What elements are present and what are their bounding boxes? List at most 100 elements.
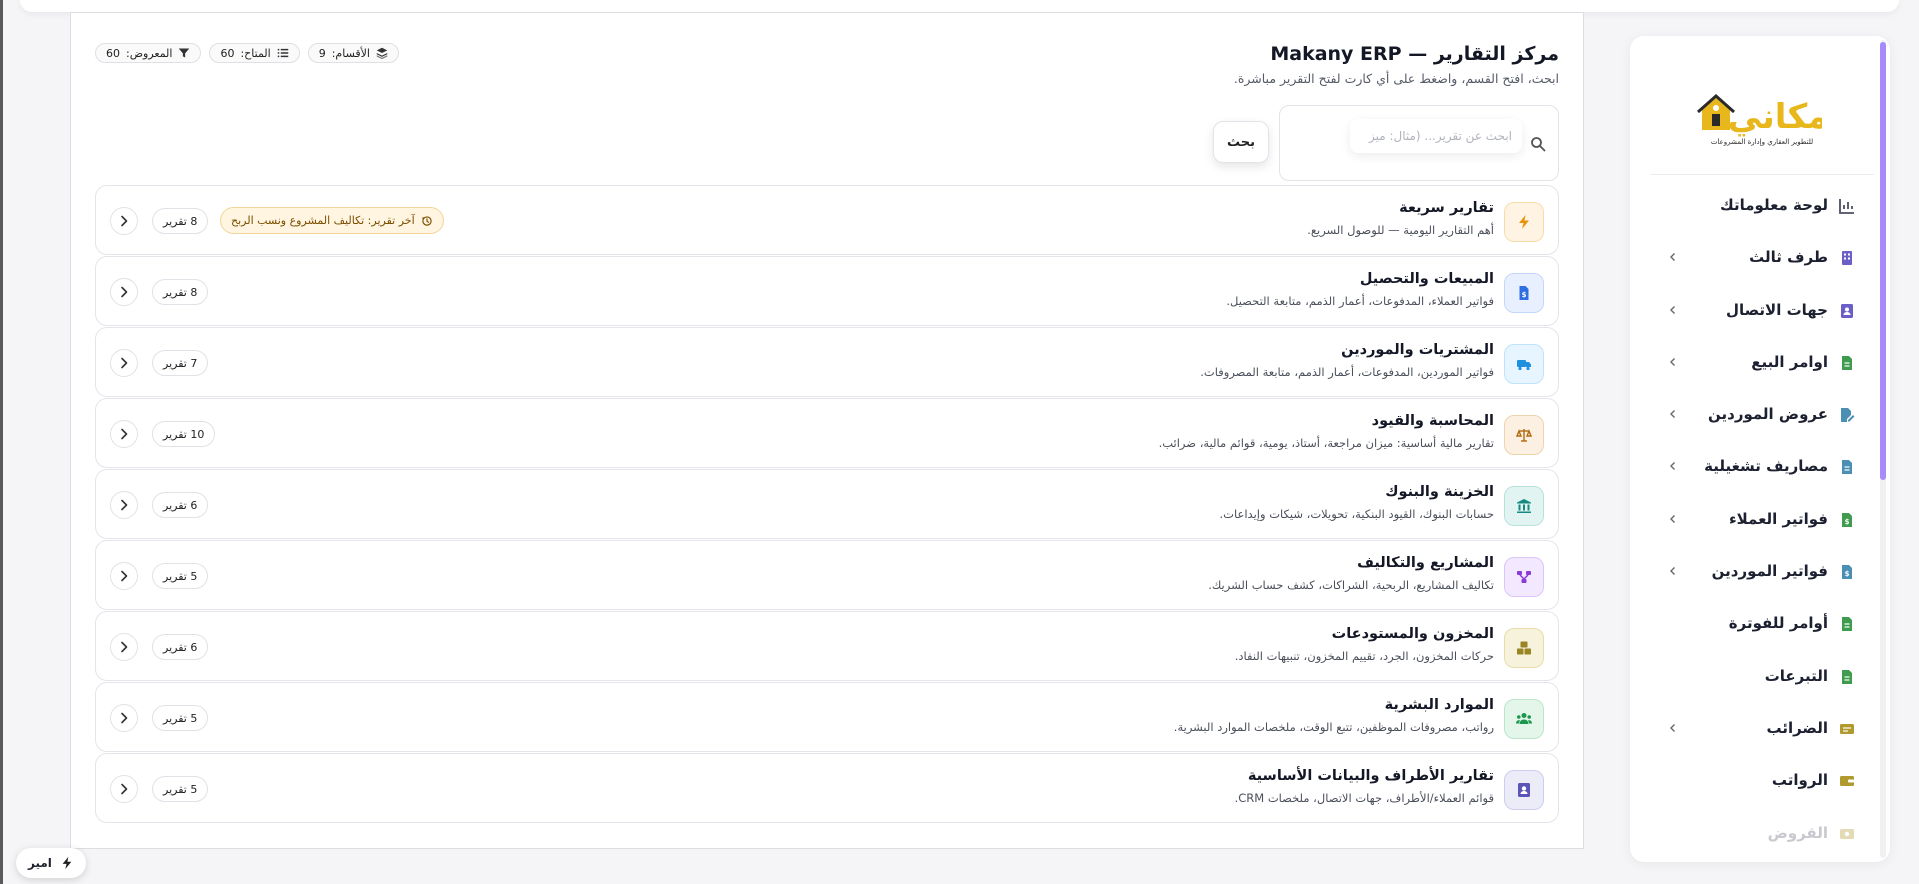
chevron-left-icon: [1670, 462, 1675, 471]
money-icon: [1840, 828, 1854, 839]
chevron-right-icon: [121, 570, 128, 582]
chevron-right-icon: [121, 499, 128, 511]
bolt-icon: [62, 856, 72, 870]
sidebar-item-customer-invoices[interactable]: $ فواتير العملاء: [1642, 494, 1874, 546]
user-quick-badge[interactable]: امير: [16, 848, 86, 878]
sidebar-item-loans[interactable]: القروض: [1642, 808, 1874, 852]
section-title: تقارير الأطراف والبيانات الأساسية: [1247, 768, 1494, 784]
last-report-badge[interactable]: آخر تقرير: تكاليف المشروع ونسب الربح: [220, 207, 444, 234]
chevron-right-icon: [121, 783, 128, 795]
page-header: مركز التقارير — Makany ERP ابحث، افتح ال…: [1234, 43, 1559, 86]
company-logo[interactable]: مكاني للتطوير العقاري وإدارة المشروعات: [1682, 86, 1822, 152]
svg-text:$: $: [1845, 518, 1850, 526]
section-card[interactable]: المشتريات والموردين فواتير الموردين، الم…: [95, 327, 1559, 397]
expand-button[interactable]: [110, 207, 138, 235]
section-card[interactable]: المحاسبة والقيود تقارير مالية أساسية: مي…: [95, 398, 1559, 468]
sidebar-scrollbar-thumb[interactable]: [1880, 42, 1886, 480]
expand-button[interactable]: [110, 349, 138, 377]
sidebar-item-third-party[interactable]: طرف ثالث: [1642, 232, 1874, 284]
section-title: المحاسبة والقيود: [1371, 413, 1494, 429]
section-title: تقارير سريعة: [1399, 200, 1494, 216]
scale-icon: [1516, 429, 1532, 442]
section-title: المشاريع والتكاليف: [1357, 555, 1494, 571]
expand-button[interactable]: [110, 420, 138, 448]
chevron-right-icon: [121, 215, 128, 227]
contact-card-icon: [1518, 783, 1530, 797]
sidebar-item-label: القروض: [1767, 823, 1828, 842]
section-desc: تقارير مالية أساسية: ميزان مراجعة، أستاذ…: [1158, 436, 1494, 450]
section-icon-box: [1504, 344, 1544, 384]
divider: [1650, 174, 1874, 175]
search-input[interactable]: [1350, 119, 1522, 153]
stats-bar: المعروض: 60 المتاح: 60 الأقسام: 9: [95, 43, 399, 63]
bank-icon: [1517, 499, 1531, 513]
truck-icon: [1517, 360, 1531, 371]
sidebar-item-label: لوحة معلوماتك: [1720, 196, 1828, 214]
wallet-icon: [1840, 776, 1854, 787]
expand-button[interactable]: [110, 775, 138, 803]
section-desc: فواتير الموردين، المدفوعات، أعمار الذمم،…: [1200, 365, 1494, 379]
section-icon-box: [1504, 628, 1544, 668]
sidebar-item-salaries[interactable]: الرواتب: [1642, 755, 1874, 807]
sidebar-item-label: أوامر للفوترة: [1728, 614, 1828, 633]
sidebar-item-supplier-offers[interactable]: عروض الموردين: [1642, 389, 1874, 441]
chevron-right-icon: [121, 712, 128, 724]
stat-value: 9: [318, 46, 326, 60]
sidebar-content: مكاني للتطوير العقاري وإدارة المشروعات ل…: [1642, 44, 1882, 852]
section-desc: فواتير العملاء، المدفوعات، أعمار الذمم، …: [1226, 294, 1494, 308]
section-title: المشتريات والموردين: [1341, 342, 1494, 358]
section-icon-box: [1504, 699, 1544, 739]
report-count: 5 تقرير: [152, 705, 209, 731]
section-card[interactable]: $ المبيعات والتحصيل فواتير العملاء، المد…: [95, 256, 1559, 326]
section-card[interactable]: الموارد البشرية رواتب، مصروفات الموظفين،…: [95, 682, 1559, 752]
chevron-left-icon: [1670, 357, 1675, 366]
section-card[interactable]: الخزينة والبنوك حسابات البنوك، القيود ال…: [95, 469, 1559, 539]
report-count: 8 تقرير: [152, 208, 209, 234]
sidebar-item-contacts[interactable]: جهات الاتصال: [1642, 285, 1874, 337]
stat-label: المتاح:: [240, 46, 271, 60]
chevron-right-icon: [121, 641, 128, 653]
last-report-label: آخر تقرير: تكاليف المشروع ونسب الربح: [231, 214, 415, 227]
receipt-icon: [1840, 723, 1854, 734]
section-icon-box: [1504, 557, 1544, 597]
expand-button[interactable]: [110, 491, 138, 519]
sidebar-item-sales-orders[interactable]: اوامر البيع: [1642, 337, 1874, 389]
chevron-right-icon: [121, 286, 128, 298]
section-card[interactable]: المشاريع والتكاليف تكاليف المشاريع، الرب…: [95, 540, 1559, 610]
sidebar-item-taxes[interactable]: الضرائب: [1642, 703, 1874, 755]
chevron-left-icon: [1670, 305, 1675, 314]
chevron-right-icon: [121, 428, 128, 440]
dashboard-icon: [1839, 199, 1854, 214]
file-icon: [1842, 460, 1852, 475]
sidebar-item-supplier-invoices[interactable]: $ فواتير الموردين: [1642, 546, 1874, 598]
page-title: مركز التقارير — Makany ERP: [1270, 43, 1559, 65]
section-desc: حسابات البنوك، القيود البنكية، تحويلات، …: [1219, 507, 1494, 521]
search-box: [1279, 105, 1559, 181]
invoice-dollar-icon: $: [1519, 286, 1529, 300]
stat-label: المعروض:: [126, 46, 173, 60]
sidebar-item-dashboard[interactable]: لوحة معلوماتك: [1642, 180, 1874, 232]
section-desc: تكاليف المشاريع، الربحية، الشراكات، كشف …: [1208, 578, 1494, 592]
expand-button[interactable]: [110, 562, 138, 590]
section-card[interactable]: تقارير سريعة أهم التقارير اليومية — للوص…: [95, 185, 1559, 255]
expand-button[interactable]: [110, 633, 138, 661]
search-button[interactable]: بحث: [1213, 121, 1269, 163]
sidebar-item-billing-orders[interactable]: أوامر للفوترة: [1642, 598, 1874, 650]
section-card[interactable]: المخزون والمستودعات حركات المخزون، الجرد…: [95, 611, 1559, 681]
section-desc: أهم التقارير اليومية — للوصول السريع.: [1307, 223, 1494, 237]
expand-button[interactable]: [110, 704, 138, 732]
sidebar-item-donations[interactable]: التبرعات: [1642, 651, 1874, 703]
sidebar-item-operating-expenses[interactable]: مصاريف تشغيلية: [1642, 441, 1874, 493]
section-card[interactable]: تقارير الأطراف والبيانات الأساسية قوائم …: [95, 753, 1559, 823]
section-desc: قوائم العملاء/الأطراف، جهات الاتصال، ملخ…: [1234, 791, 1494, 805]
users-icon: [1516, 713, 1532, 724]
project-diagram-icon: [1517, 571, 1531, 583]
stat-value: 60: [106, 46, 120, 60]
section-icon-box: [1504, 415, 1544, 455]
expand-button[interactable]: [110, 278, 138, 306]
section-desc: حركات المخزون، الجرد، تقييم المخزون، تنب…: [1234, 649, 1494, 663]
chevron-right-icon: [121, 357, 128, 369]
stat-label: الأقسام:: [331, 46, 370, 60]
chevron-left-icon: [1670, 567, 1675, 576]
section-title: الخزينة والبنوك: [1385, 484, 1494, 500]
